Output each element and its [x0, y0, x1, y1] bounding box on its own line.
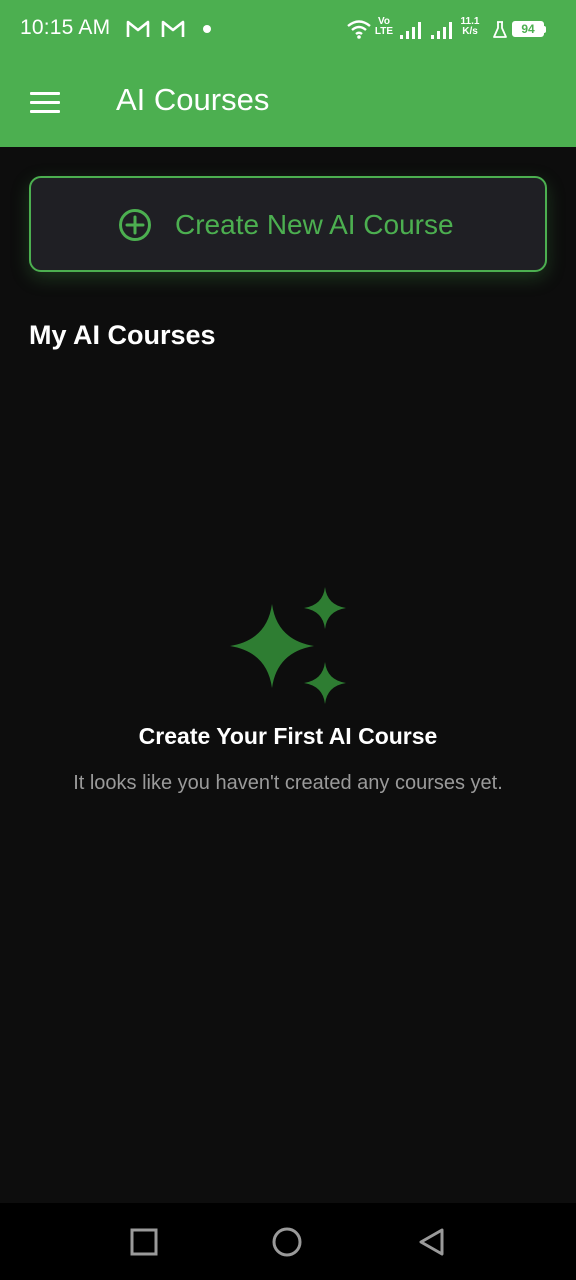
battery-tip	[543, 26, 546, 33]
plus-circle-icon	[119, 209, 151, 241]
notification-dot-icon	[203, 25, 211, 33]
signal-icon	[400, 22, 421, 39]
volte-indicator: Vo LTE	[374, 16, 394, 37]
sparkles-icon	[230, 587, 346, 704]
menu-icon[interactable]	[30, 92, 60, 114]
status-bar: 10:15 AM Vo LTE 11.1 K/s 94	[0, 0, 576, 58]
app-bar: AI Courses	[0, 58, 576, 147]
gmail-icon	[161, 20, 185, 37]
signal-icon	[431, 22, 452, 39]
empty-state-title: Create Your First AI Course	[138, 723, 438, 749]
system-nav-bar	[0, 1203, 576, 1280]
circle-icon[interactable]	[272, 1227, 302, 1257]
gmail-icon	[126, 20, 150, 37]
create-course-button[interactable]: Create New AI Course	[29, 176, 547, 272]
create-course-label: Create New AI Course	[175, 209, 454, 240]
page-title: AI Courses	[116, 82, 270, 117]
status-time: 10:15 AM	[20, 16, 111, 39]
top-bar-background: 10:15 AM Vo LTE 11.1 K/s 94 AI Courses	[0, 0, 576, 147]
triangle-back-icon[interactable]	[417, 1227, 447, 1257]
empty-state-subtitle: It looks like you haven't created any co…	[73, 772, 503, 794]
section-title: My AI Courses	[29, 320, 216, 350]
battery-icon: 94	[512, 21, 544, 37]
flask-icon	[493, 21, 507, 38]
network-speed: 11.1 K/s	[460, 16, 480, 37]
square-icon[interactable]	[129, 1227, 159, 1257]
wifi-icon	[347, 20, 371, 39]
